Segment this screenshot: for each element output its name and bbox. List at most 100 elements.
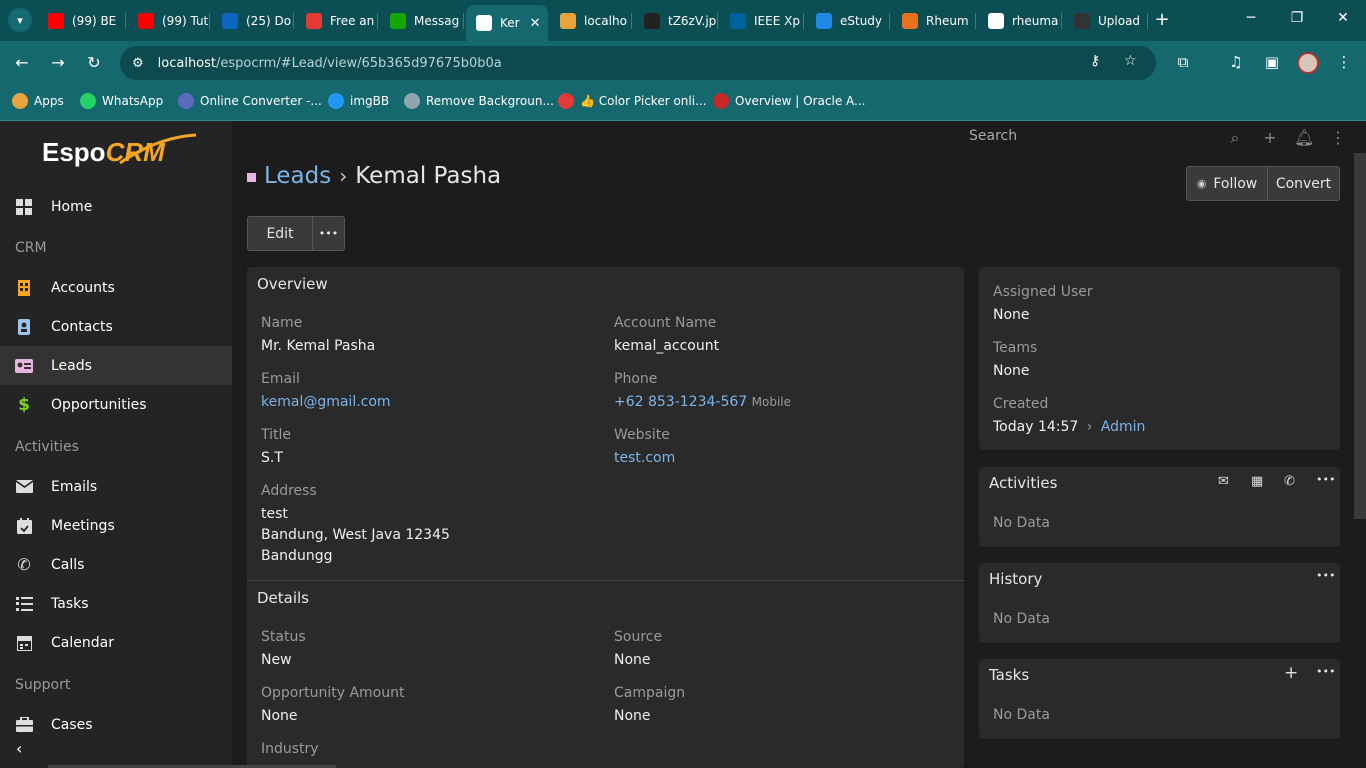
browser-tab[interactable]: localho	[550, 5, 632, 36]
nav-label-emails: Emails	[51, 478, 98, 495]
extensions-icon[interactable]: ⧉	[1173, 53, 1193, 71]
close-tab-icon[interactable]: ✕	[530, 16, 541, 31]
bookmark-item[interactable]: imgBB	[328, 93, 389, 109]
account-name-label: Account Name	[614, 315, 717, 331]
convert-button[interactable]: Convert	[1267, 166, 1340, 201]
status-value: New	[261, 652, 292, 668]
color-picker-icon	[558, 93, 574, 109]
name-value: Mr. Kemal Pasha	[261, 338, 376, 354]
tab-search-button[interactable]: ▾	[8, 8, 32, 32]
back-button[interactable]: ←	[12, 53, 32, 73]
site-info-icon[interactable]: ⚙	[132, 56, 144, 71]
browser-tab[interactable]: Upload	[1064, 5, 1148, 36]
browser-tab[interactable]: Messag	[380, 5, 464, 36]
browser-tab[interactable]: Rheum	[892, 5, 976, 36]
follow-button[interactable]: ◉ Follow	[1186, 166, 1268, 201]
activities-menu-icon[interactable]: •••	[1316, 473, 1335, 486]
collapse-sidebar-icon[interactable]: ‹	[16, 739, 22, 758]
status-label: Status	[261, 629, 306, 645]
url-bar[interactable]: ⚙ localhost/espocrm/#Lead/view/65b365d97…	[120, 46, 1156, 80]
espocrm-logo[interactable]: EspoCRM	[42, 133, 197, 173]
bookmark-label: imgBB	[350, 94, 390, 108]
nav-item-home[interactable]: Home	[0, 187, 232, 226]
media-control-icon[interactable]: ♫	[1226, 53, 1246, 71]
campaign-label: Campaign	[614, 685, 686, 701]
bookmark-item[interactable]: Online Converter -...	[178, 93, 322, 109]
page-scrollbar[interactable]	[1354, 153, 1366, 519]
browser-tab[interactable]: tZ6zV.jp	[634, 5, 718, 36]
google-icon	[988, 12, 1004, 29]
title-value: S.T	[261, 450, 283, 466]
nav-item-meetings[interactable]: Meetings	[0, 506, 232, 545]
browser-tab[interactable]: (25) Do	[212, 5, 294, 36]
menu-kebab-icon[interactable]: ⋮	[1328, 128, 1348, 147]
browser-tab[interactable]: (99) BE	[38, 5, 126, 36]
website-label: Website	[614, 427, 670, 443]
reload-button[interactable]: ↻	[84, 53, 104, 73]
nav-item-cases[interactable]: Cases	[0, 705, 232, 744]
create-task-icon[interactable]: +	[1284, 663, 1298, 683]
browser-tab[interactable]: Free an	[296, 5, 378, 36]
address-toolbar: ← → ↻ ⚙ localhost/espocrm/#Lead/view/65b…	[0, 41, 1366, 85]
nav-item-opportunities[interactable]: $ Opportunities	[0, 385, 232, 424]
browser-tab[interactable]: (99) Tut	[128, 5, 210, 36]
nav-item-accounts[interactable]: Accounts	[0, 268, 232, 307]
browser-tab-bar: ▾ (99) BE (99) Tut (25) Do Free an Messag Ker…	[0, 0, 1366, 41]
tab-separator	[377, 13, 378, 29]
browser-tab[interactable]: IEEE Xp	[720, 5, 804, 36]
nav-item-calls[interactable]: ✆ Calls	[0, 545, 232, 584]
follow-label: Follow	[1213, 175, 1258, 192]
linkedin-icon	[222, 12, 238, 29]
website-link[interactable]: test.com	[614, 450, 675, 466]
compose-email-icon[interactable]: ✉	[1218, 474, 1229, 489]
elsevier-icon	[902, 12, 918, 29]
global-search-input[interactable]: Search	[969, 128, 1017, 144]
bookmark-star-icon[interactable]: ☆	[1124, 53, 1137, 69]
tasks-menu-icon[interactable]: •••	[1316, 665, 1335, 678]
browser-tab[interactable]: rheuma	[978, 5, 1062, 36]
history-menu-icon[interactable]: •••	[1316, 569, 1335, 582]
history-empty: No Data	[993, 611, 1050, 627]
maximize-button[interactable]: ❐	[1287, 10, 1307, 26]
breadcrumb-leads-link[interactable]: Leads	[264, 163, 331, 189]
bookmark-item[interactable]: Overview | Oracle A...	[713, 93, 865, 109]
bookmark-item[interactable]: WhatsApp	[80, 93, 163, 109]
profile-avatar[interactable]	[1297, 52, 1319, 74]
history-panel: History ••• No Data	[979, 563, 1340, 643]
new-tab-button[interactable]: +	[1152, 9, 1172, 30]
search-icon[interactable]: ⌕	[1225, 128, 1245, 148]
nav-item-tasks[interactable]: Tasks	[0, 584, 232, 623]
section-divider	[247, 580, 964, 581]
browser-tab[interactable]: eStudy	[806, 5, 890, 36]
key-icon[interactable]: ⚷	[1090, 53, 1100, 69]
close-window-button[interactable]: ✕	[1333, 10, 1353, 26]
tab-separator	[463, 13, 464, 29]
nav-group-crm: CRM	[15, 240, 47, 256]
email-link[interactable]: kemal@gmail.com	[261, 394, 391, 410]
bookmark-item[interactable]: Remove Backgroun...	[404, 93, 554, 109]
bookmark-item[interactable]: Apps	[12, 93, 64, 109]
log-call-icon[interactable]: ✆	[1284, 474, 1295, 489]
created-field: Today 14:57 › Admin	[993, 419, 1145, 435]
nav-item-contacts[interactable]: Contacts	[0, 307, 232, 346]
browser-menu-icon[interactable]: ⋮	[1334, 53, 1354, 71]
created-by-link[interactable]: Admin	[1101, 419, 1146, 435]
nav-item-emails[interactable]: Emails	[0, 467, 232, 506]
bookmark-item[interactable]: 👍 Color Picker onli...	[558, 93, 707, 109]
schedule-meeting-icon[interactable]: ▦	[1251, 474, 1263, 489]
forward-button[interactable]: →	[48, 53, 68, 73]
created-separator: ›	[1086, 419, 1093, 435]
nav-item-leads[interactable]: Leads	[0, 346, 232, 385]
browser-tab[interactable]: Ker ✕	[466, 5, 548, 41]
quick-create-icon[interactable]: +	[1260, 128, 1280, 147]
side-panel-icon[interactable]: ▣	[1262, 53, 1282, 71]
calendar-check-icon	[15, 517, 33, 535]
nav-item-calendar[interactable]: Calendar	[0, 623, 232, 662]
tab-separator	[803, 13, 804, 29]
browser-tab-label: IEEE Xp	[754, 13, 800, 28]
more-actions-button[interactable]: •••	[312, 216, 345, 251]
notifications-bell-icon[interactable]: 🔔︎	[1294, 128, 1314, 147]
edit-button[interactable]: Edit	[247, 216, 313, 251]
minimize-button[interactable]: ─	[1241, 10, 1261, 26]
phone-link[interactable]: +62 853-1234-567	[614, 394, 747, 410]
